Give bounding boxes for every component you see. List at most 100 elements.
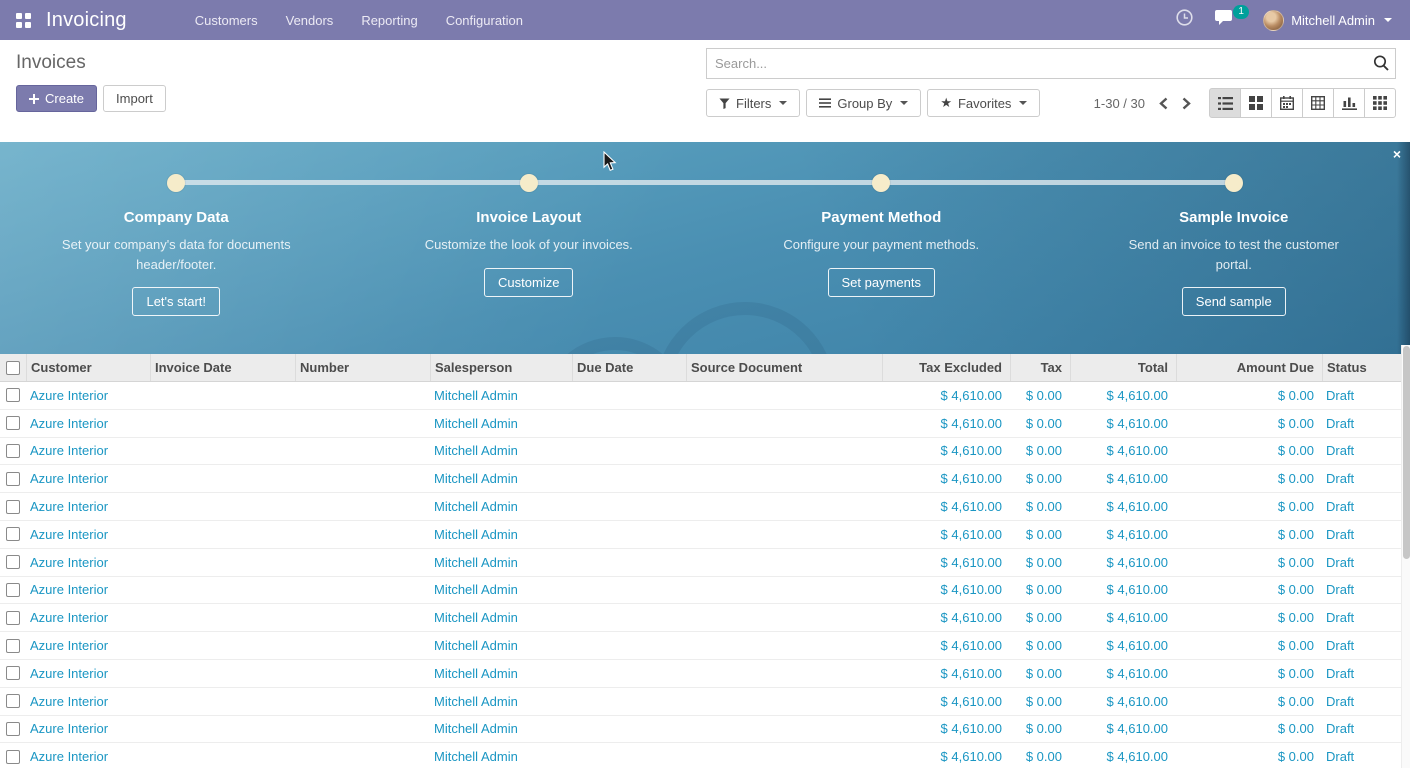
invoice-row[interactable]: Azure InteriorMitchell Admin$ 4,610.00$ …	[0, 493, 1401, 521]
cell-tax[interactable]: $ 0.00	[1010, 410, 1070, 437]
cell-invoice-date[interactable]	[150, 577, 295, 604]
vertical-scrollbar[interactable]	[1401, 345, 1410, 768]
cell-source-document[interactable]	[686, 660, 882, 687]
cell-tax-excluded[interactable]: $ 4,610.00	[882, 632, 1010, 659]
header-salesperson[interactable]: Salesperson	[430, 354, 572, 381]
cell-customer[interactable]: Azure Interior	[26, 382, 150, 409]
cell-status[interactable]: Draft	[1322, 438, 1401, 465]
cell-amount-due[interactable]: $ 0.00	[1176, 632, 1322, 659]
cell-select[interactable]	[0, 465, 26, 492]
customize-button[interactable]: Customize	[484, 268, 573, 297]
invoice-row[interactable]: Azure InteriorMitchell Admin$ 4,610.00$ …	[0, 604, 1401, 632]
cell-invoice-date[interactable]	[150, 632, 295, 659]
pivot-view-icon[interactable]	[1302, 88, 1334, 118]
import-button[interactable]: Import	[103, 85, 166, 112]
cell-tax-excluded[interactable]: $ 4,610.00	[882, 410, 1010, 437]
user-menu[interactable]: Mitchell Admin	[1257, 4, 1398, 37]
cell-total[interactable]: $ 4,610.00	[1070, 438, 1176, 465]
cell-tax[interactable]: $ 0.00	[1010, 577, 1070, 604]
cell-due-date[interactable]	[572, 688, 686, 715]
cell-total[interactable]: $ 4,610.00	[1070, 716, 1176, 743]
row-checkbox[interactable]	[6, 527, 20, 541]
row-checkbox[interactable]	[6, 694, 20, 708]
lets-start-button[interactable]: Let's start!	[132, 287, 220, 316]
apps-grid-icon[interactable]	[0, 0, 46, 40]
row-checkbox[interactable]	[6, 583, 20, 597]
cell-tax[interactable]: $ 0.00	[1010, 465, 1070, 492]
cell-amount-due[interactable]: $ 0.00	[1176, 549, 1322, 576]
invoice-row[interactable]: Azure InteriorMitchell Admin$ 4,610.00$ …	[0, 438, 1401, 466]
group-by-button[interactable]: Group By	[806, 89, 921, 117]
cell-salesperson[interactable]: Mitchell Admin	[430, 604, 572, 631]
cell-amount-due[interactable]: $ 0.00	[1176, 382, 1322, 409]
cell-tax-excluded[interactable]: $ 4,610.00	[882, 604, 1010, 631]
cell-due-date[interactable]	[572, 577, 686, 604]
cell-select[interactable]	[0, 438, 26, 465]
cell-select[interactable]	[0, 604, 26, 631]
invoice-row[interactable]: Azure InteriorMitchell Admin$ 4,610.00$ …	[0, 660, 1401, 688]
cell-due-date[interactable]	[572, 410, 686, 437]
header-customer[interactable]: Customer	[26, 354, 150, 381]
cell-customer[interactable]: Azure Interior	[26, 549, 150, 576]
search-icon[interactable]	[1372, 54, 1390, 77]
cell-due-date[interactable]	[572, 493, 686, 520]
menu-reporting[interactable]: Reporting	[349, 1, 429, 40]
cell-invoice-date[interactable]	[150, 688, 295, 715]
cell-number[interactable]	[295, 410, 430, 437]
cell-invoice-date[interactable]	[150, 716, 295, 743]
cell-number[interactable]	[295, 465, 430, 492]
cell-status[interactable]: Draft	[1322, 632, 1401, 659]
cell-salesperson[interactable]: Mitchell Admin	[430, 688, 572, 715]
cell-amount-due[interactable]: $ 0.00	[1176, 577, 1322, 604]
cell-customer[interactable]: Azure Interior	[26, 410, 150, 437]
invoice-row[interactable]: Azure InteriorMitchell Admin$ 4,610.00$ …	[0, 521, 1401, 549]
cell-source-document[interactable]	[686, 632, 882, 659]
cell-source-document[interactable]	[686, 493, 882, 520]
menu-vendors[interactable]: Vendors	[274, 1, 346, 40]
cell-total[interactable]: $ 4,610.00	[1070, 688, 1176, 715]
cell-salesperson[interactable]: Mitchell Admin	[430, 465, 572, 492]
cell-invoice-date[interactable]	[150, 743, 295, 768]
cell-tax[interactable]: $ 0.00	[1010, 604, 1070, 631]
cell-customer[interactable]: Azure Interior	[26, 716, 150, 743]
cell-tax[interactable]: $ 0.00	[1010, 521, 1070, 548]
header-invoice-date[interactable]: Invoice Date	[150, 354, 295, 381]
cell-tax-excluded[interactable]: $ 4,610.00	[882, 465, 1010, 492]
row-checkbox[interactable]	[6, 666, 20, 680]
header-tax[interactable]: Tax	[1010, 354, 1070, 381]
cell-tax-excluded[interactable]: $ 4,610.00	[882, 438, 1010, 465]
cell-customer[interactable]: Azure Interior	[26, 521, 150, 548]
cell-customer[interactable]: Azure Interior	[26, 493, 150, 520]
cell-due-date[interactable]	[572, 465, 686, 492]
invoice-row[interactable]: Azure InteriorMitchell Admin$ 4,610.00$ …	[0, 716, 1401, 744]
cell-due-date[interactable]	[572, 632, 686, 659]
cell-status[interactable]: Draft	[1322, 382, 1401, 409]
invoice-row[interactable]: Azure InteriorMitchell Admin$ 4,610.00$ …	[0, 465, 1401, 493]
cell-salesperson[interactable]: Mitchell Admin	[430, 410, 572, 437]
menu-configuration[interactable]: Configuration	[434, 1, 535, 40]
app-name[interactable]: Invoicing	[46, 9, 127, 32]
cell-tax-excluded[interactable]: $ 4,610.00	[882, 716, 1010, 743]
messages-button[interactable]: 1	[1207, 3, 1243, 37]
cell-tax-excluded[interactable]: $ 4,610.00	[882, 660, 1010, 687]
cell-customer[interactable]: Azure Interior	[26, 465, 150, 492]
cell-select[interactable]	[0, 493, 26, 520]
row-checkbox[interactable]	[6, 611, 20, 625]
pager-next-icon[interactable]	[1182, 97, 1191, 110]
menu-customers[interactable]: Customers	[183, 1, 270, 40]
pager-previous-icon[interactable]	[1159, 97, 1168, 110]
cell-amount-due[interactable]: $ 0.00	[1176, 688, 1322, 715]
cell-number[interactable]	[295, 632, 430, 659]
cell-status[interactable]: Draft	[1322, 660, 1401, 687]
cell-tax[interactable]: $ 0.00	[1010, 688, 1070, 715]
cell-source-document[interactable]	[686, 465, 882, 492]
cell-total[interactable]: $ 4,610.00	[1070, 465, 1176, 492]
row-checkbox[interactable]	[6, 722, 20, 736]
row-checkbox[interactable]	[6, 388, 20, 402]
cell-due-date[interactable]	[572, 438, 686, 465]
cell-salesperson[interactable]: Mitchell Admin	[430, 743, 572, 768]
cell-select[interactable]	[0, 632, 26, 659]
cell-tax-excluded[interactable]: $ 4,610.00	[882, 521, 1010, 548]
cell-source-document[interactable]	[686, 688, 882, 715]
cell-number[interactable]	[295, 743, 430, 768]
